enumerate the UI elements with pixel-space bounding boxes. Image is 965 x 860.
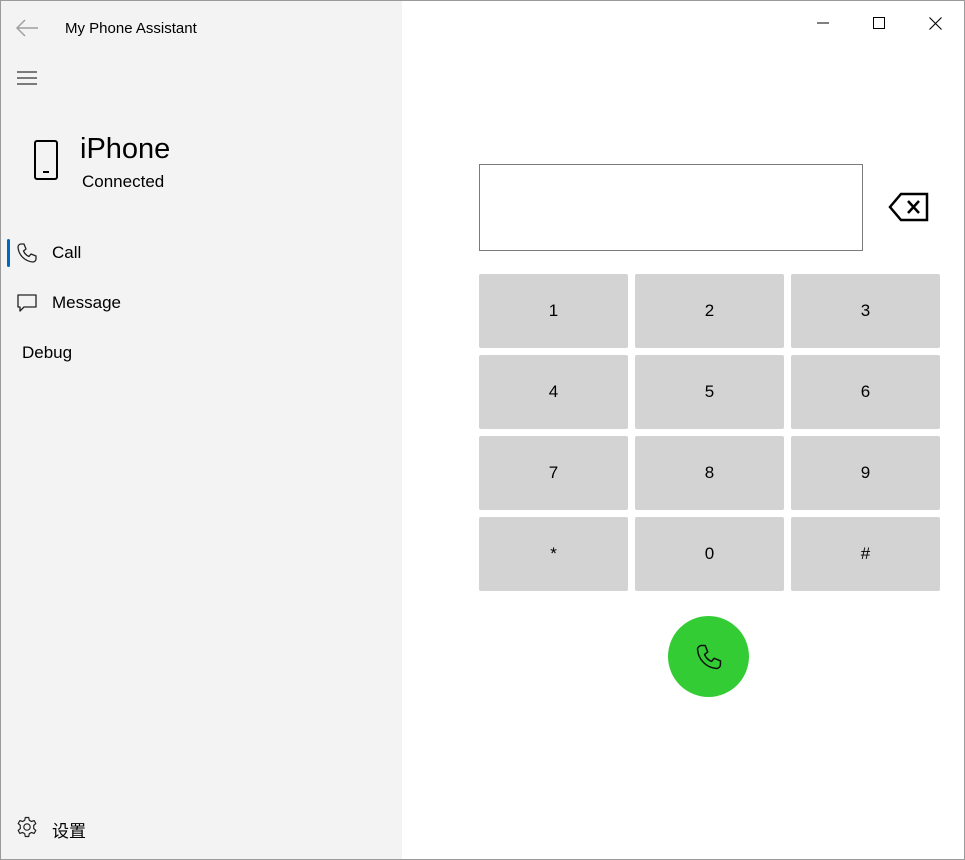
nav-item-debug[interactable]: Debug — [1, 331, 402, 375]
nav-item-label: Message — [52, 293, 121, 312]
back-button[interactable] — [11, 13, 43, 43]
dial-key-8[interactable]: 8 — [635, 436, 784, 510]
gear-icon — [16, 816, 38, 838]
close-button[interactable] — [907, 1, 963, 45]
dial-key-1[interactable]: 1 — [479, 274, 628, 348]
device-status: Connected — [82, 172, 165, 191]
backspace-icon — [888, 192, 929, 222]
nav-item-message[interactable]: Message — [1, 281, 402, 325]
dial-key-7[interactable]: 7 — [479, 436, 628, 510]
dial-key-0[interactable]: 0 — [635, 517, 784, 591]
dial-key-star[interactable]: * — [479, 517, 628, 591]
close-icon — [928, 16, 942, 30]
dial-key-9[interactable]: 9 — [791, 436, 940, 510]
dial-key-6[interactable]: 6 — [791, 355, 940, 429]
navigation-pane: My Phone Assistant iPhone Connected Call — [1, 1, 402, 859]
dial-key-2[interactable]: 2 — [635, 274, 784, 348]
message-icon — [16, 292, 38, 314]
minimize-icon — [817, 22, 829, 24]
nav-item-label: Debug — [22, 343, 73, 362]
phone-icon — [696, 644, 721, 669]
call-button[interactable] — [668, 616, 749, 697]
phone-icon — [16, 242, 38, 264]
hamburger-icon — [17, 71, 37, 85]
phone-number-input[interactable] — [479, 164, 863, 251]
maximize-button[interactable] — [851, 1, 907, 45]
dial-key-hash[interactable]: # — [791, 517, 940, 591]
settings-label: 设置 — [52, 822, 86, 841]
device-name: iPhone — [80, 133, 171, 165]
app-title: My Phone Assistant — [65, 20, 197, 37]
nav-item-label: Call — [52, 243, 82, 262]
minimize-button[interactable] — [795, 1, 851, 45]
smartphone-icon — [34, 140, 58, 180]
dial-key-4[interactable]: 4 — [479, 355, 628, 429]
dial-key-5[interactable]: 5 — [635, 355, 784, 429]
app-window: My Phone Assistant iPhone Connected Call — [0, 0, 965, 860]
nav-item-settings[interactable]: 设置 — [1, 805, 402, 849]
nav-item-call[interactable]: Call — [1, 231, 402, 275]
arrow-left-icon — [15, 19, 38, 37]
maximize-icon — [873, 17, 885, 29]
backspace-button[interactable] — [885, 187, 933, 227]
active-indicator — [7, 239, 10, 267]
menu-toggle-button[interactable] — [11, 63, 43, 93]
dial-key-3[interactable]: 3 — [791, 274, 940, 348]
